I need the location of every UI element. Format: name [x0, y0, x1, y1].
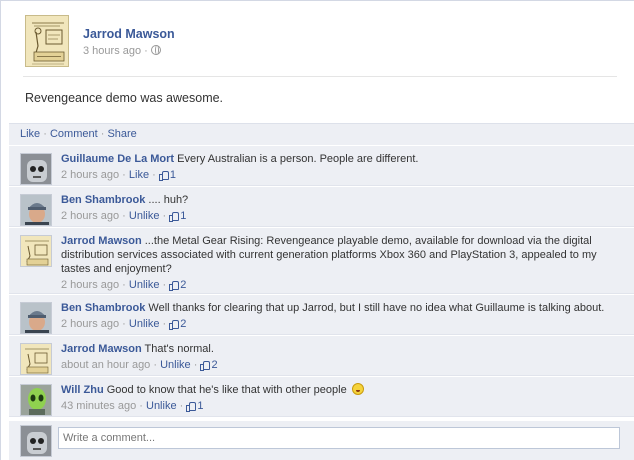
- comment-link[interactable]: Comment: [50, 128, 98, 140]
- tongue-smiley-icon: [351, 383, 364, 395]
- comment-text: Good to know that he's like that with ot…: [106, 384, 347, 396]
- commenter-avatar[interactable]: [20, 235, 52, 267]
- commenter-avatar[interactable]: [20, 194, 52, 226]
- comment-author[interactable]: Ben Shambrook: [61, 194, 145, 206]
- comment-meta: 43 minutes ago · Unlike · 1: [61, 400, 204, 412]
- comment-text: Every Australian is a person. People are…: [177, 153, 419, 165]
- comment-author[interactable]: Ben Shambrook: [61, 302, 145, 314]
- comment-body: Jarrod Mawson That's normal. about an ho…: [9, 336, 634, 377]
- post-action-bar: Like · Comment · Share: [9, 123, 634, 145]
- write-comment-input[interactable]: [58, 427, 620, 449]
- comment-time[interactable]: about an hour ago: [61, 359, 150, 371]
- comment-unlike-toggle[interactable]: Unlike: [129, 318, 160, 330]
- thumbs-up-icon: [158, 170, 169, 181]
- thumbs-up-icon: [186, 401, 197, 412]
- comment-unlike-toggle[interactable]: Unlike: [146, 400, 177, 412]
- comment-author[interactable]: Jarrod Mawson: [61, 235, 142, 247]
- comment-body: Jarrod Mawson ...the Metal Gear Rising: …: [9, 228, 634, 297]
- comment-meta: 2 hours ago · Like · 1: [61, 169, 176, 181]
- comment-body: Will Zhu Good to know that he's like tha…: [9, 377, 634, 418]
- comment-text: Well thanks for clearing that up Jarrod,…: [148, 302, 605, 314]
- comment-time[interactable]: 2 hours ago: [61, 318, 119, 330]
- comment-meta: about an hour ago · Unlike · 2: [61, 359, 218, 371]
- comment-meta: 2 hours ago · Unlike · 2: [61, 279, 187, 291]
- author-avatar[interactable]: [25, 15, 69, 67]
- comment-list: Guillaume De La Mort Every Australian is…: [9, 146, 634, 418]
- comment-author[interactable]: Jarrod Mawson: [61, 343, 142, 355]
- comment-like-count[interactable]: 2: [211, 359, 217, 371]
- comment-body: Ben Shambrook Well thanks for clearing t…: [9, 295, 634, 336]
- write-comment-row: [9, 421, 634, 460]
- sketch-avatar-icon: [21, 236, 51, 266]
- comment-author[interactable]: Will Zhu: [61, 384, 104, 396]
- comment-author[interactable]: Guillaume De La Mort: [61, 153, 174, 165]
- comment-meta: 2 hours ago · Unlike · 2: [61, 318, 187, 330]
- action-separator: ·: [97, 128, 108, 140]
- beanie-person-avatar-icon: [21, 195, 51, 225]
- comment-item: Guillaume De La Mort Every Australian is…: [9, 146, 634, 186]
- comment-like-count[interactable]: 2: [180, 279, 186, 291]
- thumbs-up-icon: [200, 360, 211, 371]
- comment-unlike-toggle[interactable]: Unlike: [129, 210, 160, 222]
- share-link[interactable]: Share: [107, 128, 136, 140]
- header-divider: [23, 76, 617, 77]
- comment-item: Jarrod Mawson ...the Metal Gear Rising: …: [9, 228, 634, 294]
- comment-text: .... huh?: [148, 194, 189, 206]
- globe-icon[interactable]: [150, 45, 161, 55]
- action-separator: ·: [40, 128, 50, 140]
- current-user-avatar: [20, 425, 52, 457]
- comment-item: Ben Shambrook Well thanks for clearing t…: [9, 295, 634, 335]
- comment-item: Jarrod Mawson That's normal. about an ho…: [9, 336, 634, 376]
- comment-body: Ben Shambrook .... huh? 2 hours ago · Un…: [9, 187, 634, 228]
- sketch-avatar-icon: [21, 344, 51, 374]
- thumbs-up-icon: [169, 280, 180, 291]
- meta-separator: ·: [141, 45, 151, 57]
- gray-robot-avatar-icon: [21, 154, 51, 184]
- comment-item: Will Zhu Good to know that he's like tha…: [9, 377, 634, 417]
- commenter-avatar[interactable]: [20, 384, 52, 416]
- comment-time[interactable]: 2 hours ago: [61, 210, 119, 222]
- like-link[interactable]: Like: [20, 128, 40, 140]
- thumbs-up-icon: [169, 319, 180, 330]
- beanie-person-avatar-icon: [21, 303, 51, 333]
- comment-item: Ben Shambrook .... huh? 2 hours ago · Un…: [9, 187, 634, 227]
- comment-unlike-toggle[interactable]: Unlike: [129, 279, 160, 291]
- comment-meta: 2 hours ago · Unlike · 1: [61, 210, 187, 222]
- comment-like-count[interactable]: 2: [180, 318, 186, 330]
- comment-time[interactable]: 2 hours ago: [61, 279, 119, 291]
- post-author-name[interactable]: Jarrod Mawson: [83, 27, 175, 41]
- comment-body: Guillaume De La Mort Every Australian is…: [9, 146, 634, 187]
- green-alien-avatar-icon: [21, 385, 51, 415]
- facebook-post: Jarrod Mawson 3 hours ago · Revengeance …: [0, 0, 634, 460]
- comment-like-count[interactable]: 1: [180, 210, 186, 222]
- post-status-text: Revengeance demo was awesome.: [25, 91, 224, 105]
- comment-time[interactable]: 43 minutes ago: [61, 400, 136, 412]
- sketch-avatar-icon: [26, 16, 68, 66]
- comment-like-count[interactable]: 1: [197, 400, 203, 412]
- comment-time[interactable]: 2 hours ago: [61, 169, 119, 181]
- comment-like-toggle[interactable]: Like: [129, 169, 149, 181]
- commenter-avatar[interactable]: [20, 302, 52, 334]
- gray-robot-avatar-icon: [21, 426, 51, 456]
- comment-like-count[interactable]: 1: [170, 169, 176, 181]
- post-timestamp[interactable]: 3 hours ago: [83, 45, 141, 57]
- post-meta: 3 hours ago ·: [83, 45, 161, 57]
- commenter-avatar[interactable]: [20, 153, 52, 185]
- comment-unlike-toggle[interactable]: Unlike: [160, 359, 191, 371]
- comment-text: ...the Metal Gear Rising: Revengeance pl…: [61, 235, 597, 275]
- thumbs-up-icon: [169, 211, 180, 222]
- commenter-avatar[interactable]: [20, 343, 52, 375]
- comment-text: That's normal.: [144, 343, 214, 355]
